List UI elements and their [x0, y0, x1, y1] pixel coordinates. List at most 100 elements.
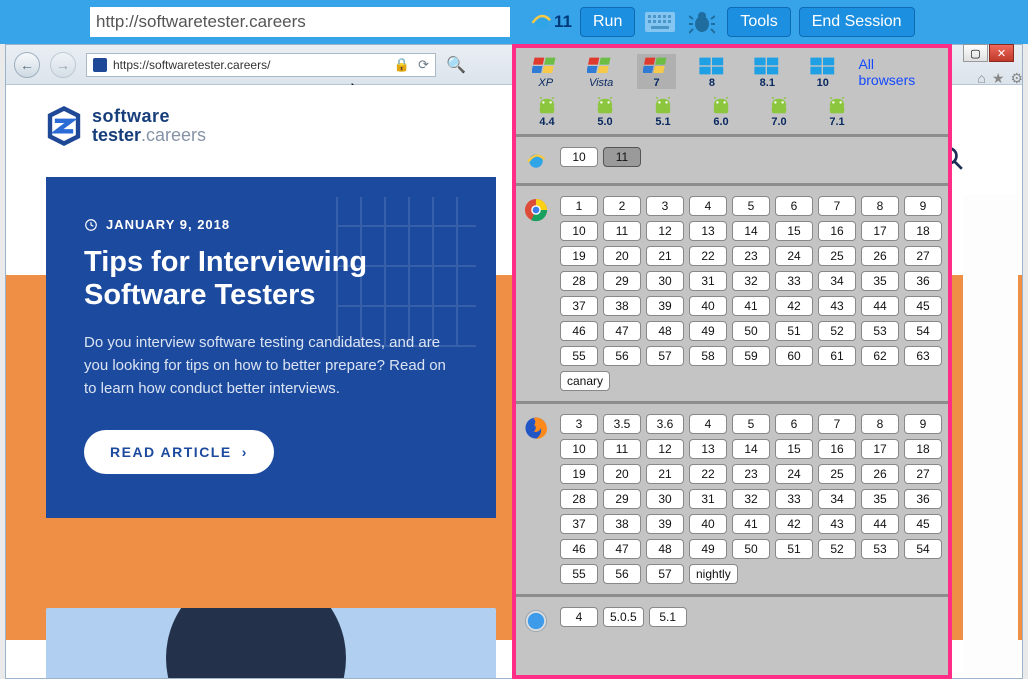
firefox-version-6[interactable]: 6: [775, 414, 813, 434]
all-browsers-link[interactable]: All browsers: [858, 56, 930, 88]
chrome-version-45[interactable]: 45: [904, 296, 942, 316]
firefox-version-49[interactable]: 49: [689, 539, 727, 559]
firefox-version-3-5[interactable]: 3.5: [603, 414, 641, 434]
safari-version-4[interactable]: 4: [560, 607, 598, 627]
chrome-version-5[interactable]: 5: [732, 196, 770, 216]
refresh-icon[interactable]: ⟳: [418, 57, 429, 73]
chrome-version-15[interactable]: 15: [775, 221, 813, 241]
firefox-version-54[interactable]: 54: [904, 539, 942, 559]
os-maximize-button[interactable]: ▢: [963, 44, 988, 62]
chrome-version-21[interactable]: 21: [646, 246, 684, 266]
firefox-version-44[interactable]: 44: [861, 514, 899, 534]
firefox-version-30[interactable]: 30: [646, 489, 684, 509]
chrome-version-22[interactable]: 22: [689, 246, 727, 266]
firefox-version-21[interactable]: 21: [646, 464, 684, 484]
firefox-version-20[interactable]: 20: [603, 464, 641, 484]
chrome-version-56[interactable]: 56: [603, 346, 641, 366]
firefox-version-12[interactable]: 12: [646, 439, 684, 459]
search-glass-icon[interactable]: 🔍: [446, 55, 466, 75]
firefox-version-24[interactable]: 24: [775, 464, 813, 484]
firefox-version-52[interactable]: 52: [818, 539, 856, 559]
chrome-version-16[interactable]: 16: [818, 221, 856, 241]
chrome-version-49[interactable]: 49: [689, 321, 727, 341]
chrome-version-39[interactable]: 39: [646, 296, 684, 316]
chrome-version-34[interactable]: 34: [818, 271, 856, 291]
read-article-button[interactable]: READ ARTICLE ›: [84, 430, 274, 474]
firefox-version-nightly[interactable]: nightly: [689, 564, 738, 584]
run-button[interactable]: Run: [580, 7, 635, 37]
chrome-version-33[interactable]: 33: [775, 271, 813, 291]
firefox-version-40[interactable]: 40: [689, 514, 727, 534]
firefox-version-57[interactable]: 57: [646, 564, 684, 584]
chrome-version-23[interactable]: 23: [732, 246, 770, 266]
firefox-version-51[interactable]: 51: [775, 539, 813, 559]
firefox-version-43[interactable]: 43: [818, 514, 856, 534]
firefox-version-39[interactable]: 39: [646, 514, 684, 534]
firefox-version-28[interactable]: 28: [560, 489, 598, 509]
home-icon[interactable]: ⌂: [977, 70, 985, 87]
chrome-version-3[interactable]: 3: [646, 196, 684, 216]
chrome-version-32[interactable]: 32: [732, 271, 770, 291]
chrome-version-10[interactable]: 10: [560, 221, 598, 241]
chrome-version-36[interactable]: 36: [904, 271, 942, 291]
os-windows-vista[interactable]: Vista: [581, 56, 620, 89]
chrome-version-9[interactable]: 9: [904, 196, 942, 216]
chrome-version-44[interactable]: 44: [861, 296, 899, 316]
firefox-version-3-6[interactable]: 3.6: [646, 414, 684, 434]
chrome-version-40[interactable]: 40: [689, 296, 727, 316]
chrome-version-29[interactable]: 29: [603, 271, 641, 291]
firefox-version-26[interactable]: 26: [861, 464, 899, 484]
firefox-version-16[interactable]: 16: [818, 439, 856, 459]
firefox-version-27[interactable]: 27: [904, 464, 942, 484]
firefox-version-22[interactable]: 22: [689, 464, 727, 484]
settings-gear-icon[interactable]: ⚙: [1010, 70, 1023, 87]
firefox-version-55[interactable]: 55: [560, 564, 598, 584]
os-windows-8[interactable]: 8: [692, 56, 731, 89]
favorites-icon[interactable]: ★: [992, 70, 1005, 87]
chrome-version-47[interactable]: 47: [603, 321, 641, 341]
firefox-version-13[interactable]: 13: [689, 439, 727, 459]
chrome-version-46[interactable]: 46: [560, 321, 598, 341]
os-windows-7[interactable]: 7: [637, 54, 676, 89]
chrome-version-28[interactable]: 28: [560, 271, 598, 291]
chrome-version-51[interactable]: 51: [775, 321, 813, 341]
chrome-version-53[interactable]: 53: [861, 321, 899, 341]
os-android-4-4[interactable]: 4.4: [526, 97, 568, 128]
firefox-version-41[interactable]: 41: [732, 514, 770, 534]
chrome-version-41[interactable]: 41: [732, 296, 770, 316]
firefox-version-32[interactable]: 32: [732, 489, 770, 509]
firefox-version-18[interactable]: 18: [904, 439, 942, 459]
firefox-version-45[interactable]: 45: [904, 514, 942, 534]
chrome-version-31[interactable]: 31: [689, 271, 727, 291]
firefox-version-11[interactable]: 11: [603, 439, 641, 459]
cert-lock-icon[interactable]: 🔒: [394, 57, 410, 73]
os-windows-8-1[interactable]: 8.1: [748, 56, 787, 89]
os-android-6-0[interactable]: 6.0: [700, 97, 742, 128]
firefox-version-36[interactable]: 36: [904, 489, 942, 509]
chrome-version-2[interactable]: 2: [603, 196, 641, 216]
chrome-version-27[interactable]: 27: [904, 246, 942, 266]
back-button[interactable]: ←: [14, 52, 40, 78]
firefox-version-5[interactable]: 5: [732, 414, 770, 434]
chrome-version-62[interactable]: 62: [861, 346, 899, 366]
os-close-button[interactable]: ✕: [989, 44, 1014, 62]
os-android-5-1[interactable]: 5.1: [642, 97, 684, 128]
keyboard-icon[interactable]: [643, 7, 677, 37]
chrome-version-7[interactable]: 7: [818, 196, 856, 216]
firefox-version-17[interactable]: 17: [861, 439, 899, 459]
chrome-version-13[interactable]: 13: [689, 221, 727, 241]
chrome-version-57[interactable]: 57: [646, 346, 684, 366]
os-windows-xp[interactable]: XP: [526, 56, 565, 89]
chrome-version-30[interactable]: 30: [646, 271, 684, 291]
firefox-version-19[interactable]: 19: [560, 464, 598, 484]
safari-version-5-0-5[interactable]: 5.0.5: [603, 607, 644, 627]
chrome-version-52[interactable]: 52: [818, 321, 856, 341]
bug-icon[interactable]: [685, 7, 719, 37]
ie-address-bar[interactable]: https://softwaretester.careers/ 🔒 ⟳: [86, 53, 436, 77]
next-post-preview[interactable]: [46, 608, 496, 678]
firefox-version-38[interactable]: 38: [603, 514, 641, 534]
firefox-version-37[interactable]: 37: [560, 514, 598, 534]
firefox-version-29[interactable]: 29: [603, 489, 641, 509]
chrome-version-4[interactable]: 4: [689, 196, 727, 216]
chrome-version-58[interactable]: 58: [689, 346, 727, 366]
